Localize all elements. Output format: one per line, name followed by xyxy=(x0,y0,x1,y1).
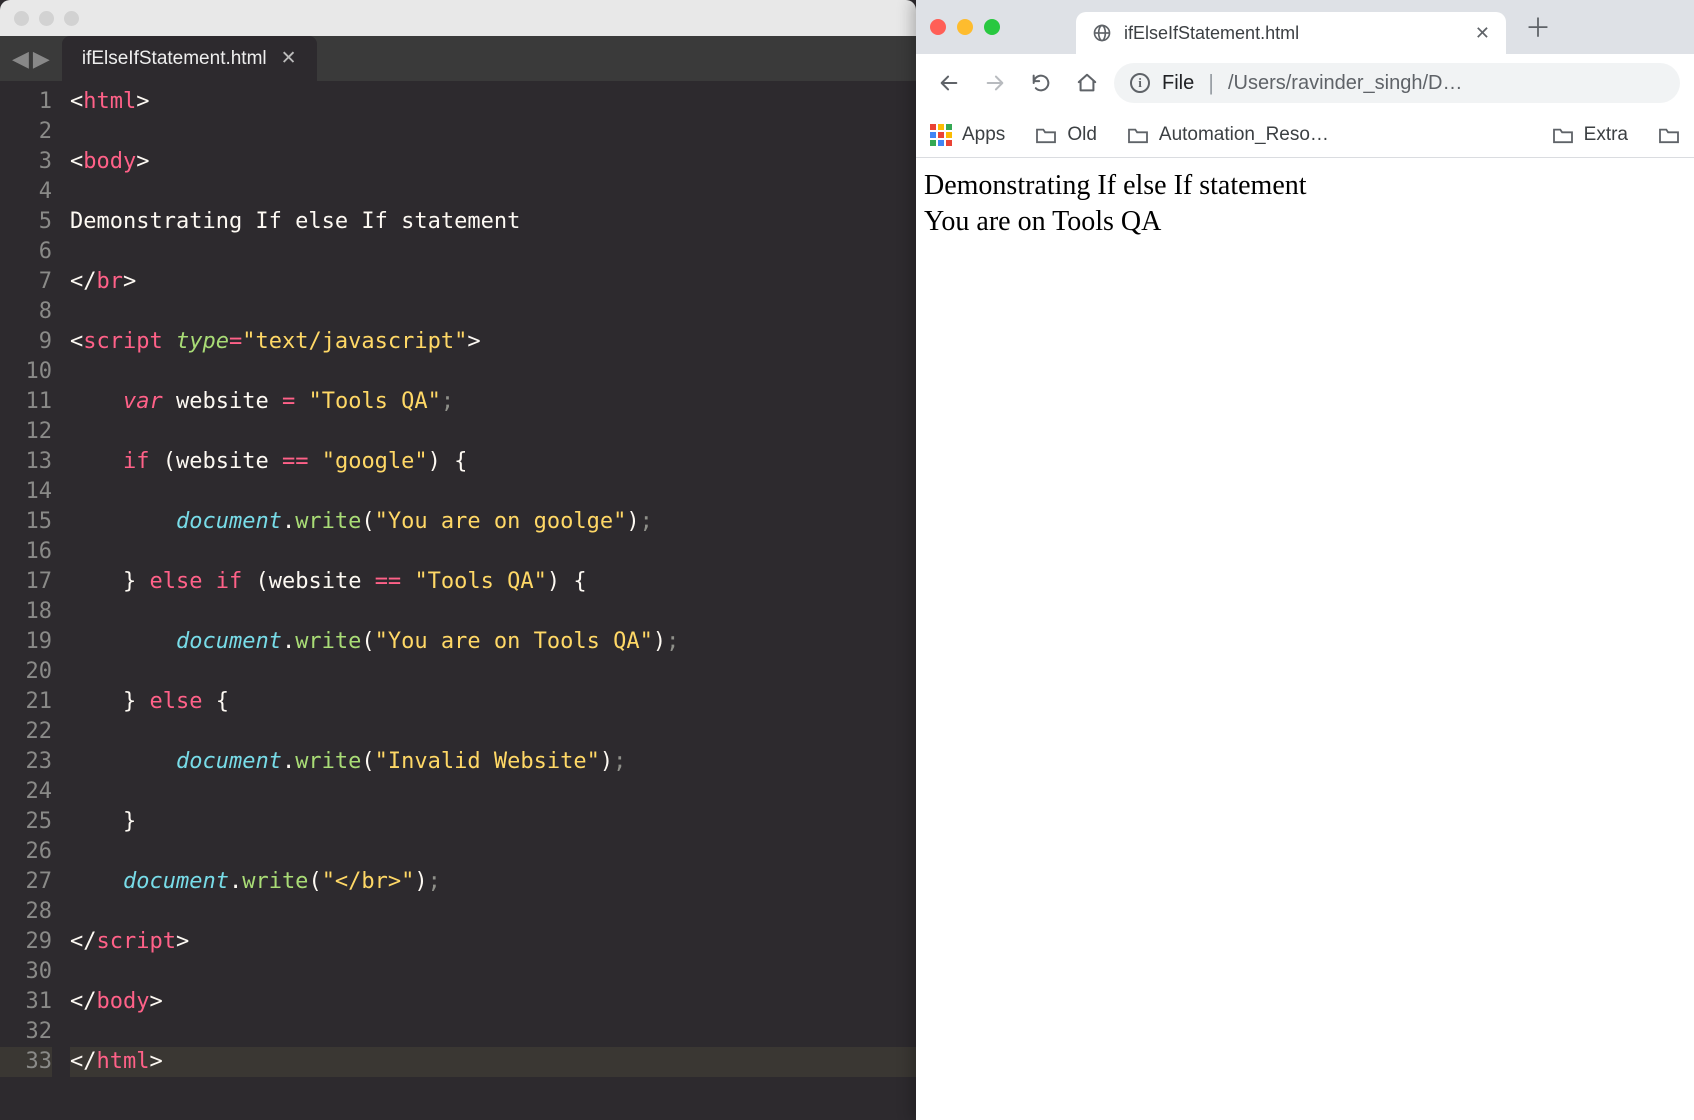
window-controls xyxy=(14,11,79,26)
back-button[interactable] xyxy=(930,64,968,102)
folder-icon xyxy=(1658,126,1680,144)
minimize-dot[interactable] xyxy=(957,19,973,35)
bookmark-label: Extra xyxy=(1584,124,1628,146)
close-icon[interactable]: ✕ xyxy=(1475,23,1490,44)
code-line[interactable] xyxy=(70,657,916,687)
forward-button[interactable] xyxy=(976,64,1014,102)
close-dot[interactable] xyxy=(14,11,29,26)
editor-tab-active[interactable]: ifElseIfStatement.html ✕ xyxy=(62,36,317,81)
code-line[interactable] xyxy=(70,597,916,627)
address-bar[interactable]: i File | /Users/ravinder_singh/D… xyxy=(1114,63,1680,103)
code-line[interactable]: var website = "Tools QA"; xyxy=(70,387,916,417)
bookmark-label: Old xyxy=(1067,124,1097,146)
code-line[interactable]: </html> xyxy=(70,1047,916,1077)
new-tab-button[interactable]: ＋ xyxy=(1520,8,1556,44)
code-line[interactable]: <script type="text/javascript"> xyxy=(70,327,916,357)
arrow-left-icon xyxy=(938,72,960,94)
home-button[interactable] xyxy=(1068,64,1106,102)
home-icon xyxy=(1076,72,1098,94)
window-controls xyxy=(930,0,1070,54)
code-line[interactable]: document.write("You are on Tools QA"); xyxy=(70,627,916,657)
code-line[interactable] xyxy=(70,957,916,987)
code-line[interactable] xyxy=(70,357,916,387)
code-line[interactable]: } xyxy=(70,807,916,837)
code-line[interactable] xyxy=(70,897,916,927)
code-line[interactable]: </body> xyxy=(70,987,916,1017)
code-content[interactable]: <html> <body> Demonstrating If else If s… xyxy=(70,87,916,1120)
code-line[interactable]: </script> xyxy=(70,927,916,957)
zoom-dot[interactable] xyxy=(64,11,79,26)
close-icon[interactable]: ✕ xyxy=(281,47,297,70)
folder-icon xyxy=(1035,126,1057,144)
code-line[interactable]: document.write("Invalid Website"); xyxy=(70,747,916,777)
minimize-dot[interactable] xyxy=(39,11,54,26)
zoom-dot[interactable] xyxy=(984,19,1000,35)
code-line[interactable] xyxy=(70,417,916,447)
browser-chrome: ifElseIfStatement.html ✕ ＋ xyxy=(916,0,1694,158)
browser-tab-title: ifElseIfStatement.html xyxy=(1124,23,1299,44)
toolbar: i File | /Users/ravinder_singh/D… xyxy=(916,54,1694,112)
code-line[interactable]: document.write("You are on goolge"); xyxy=(70,507,916,537)
code-line[interactable]: <html> xyxy=(70,87,916,117)
page-line-2: You are on Tools QA xyxy=(924,204,1686,240)
bookmark-extra[interactable]: Extra xyxy=(1552,124,1628,146)
address-scheme: File xyxy=(1162,72,1194,95)
reload-button[interactable] xyxy=(1022,64,1060,102)
code-line[interactable] xyxy=(70,1017,916,1047)
editor-tab-title: ifElseIfStatement.html xyxy=(82,48,267,70)
code-area[interactable]: 1234567891011121314151617181920212223242… xyxy=(0,81,916,1120)
code-line[interactable] xyxy=(70,297,916,327)
folder-icon xyxy=(1127,126,1149,144)
arrow-right-icon xyxy=(984,72,1006,94)
nav-fwd-icon[interactable]: ▶ xyxy=(33,46,50,72)
bookmark-label: Apps xyxy=(962,124,1005,146)
reload-icon xyxy=(1030,72,1052,94)
code-line[interactable]: </br> xyxy=(70,267,916,297)
separator: | xyxy=(1206,70,1216,96)
editor-toolbar: ◀ ▶ ifElseIfStatement.html ✕ xyxy=(0,36,916,81)
code-line[interactable] xyxy=(70,177,916,207)
code-line[interactable] xyxy=(70,117,916,147)
bookmark-old[interactable]: Old xyxy=(1035,124,1097,146)
bookmark-apps[interactable]: Apps xyxy=(930,124,1005,146)
bookmarks-bar: Apps Old Automation_Reso… Extra xyxy=(916,112,1694,158)
editor-titlebar[interactable] xyxy=(0,0,916,36)
address-path: /Users/ravinder_singh/D… xyxy=(1228,72,1463,95)
apps-icon xyxy=(930,124,952,146)
code-line[interactable]: if (website == "google") { xyxy=(70,447,916,477)
page-line-1: Demonstrating If else If statement xyxy=(924,168,1686,204)
code-line[interactable] xyxy=(70,777,916,807)
editor-nav: ◀ ▶ xyxy=(0,46,62,72)
page-viewport: Demonstrating If else If statement You a… xyxy=(916,158,1694,1120)
browser-window: ifElseIfStatement.html ✕ ＋ xyxy=(916,0,1694,1120)
browser-tab-active[interactable]: ifElseIfStatement.html ✕ xyxy=(1076,12,1506,54)
nav-back-icon[interactable]: ◀ xyxy=(12,46,29,72)
code-line[interactable]: } else { xyxy=(70,687,916,717)
code-line[interactable] xyxy=(70,717,916,747)
code-line[interactable]: Demonstrating If else If statement xyxy=(70,207,916,237)
close-dot[interactable] xyxy=(930,19,946,35)
code-line[interactable]: document.write("</br>"); xyxy=(70,867,916,897)
code-line[interactable] xyxy=(70,477,916,507)
code-line[interactable]: } else if (website == "Tools QA") { xyxy=(70,567,916,597)
code-line[interactable] xyxy=(70,537,916,567)
code-line[interactable]: <body> xyxy=(70,147,916,177)
editor-window: ◀ ▶ ifElseIfStatement.html ✕ 12345678910… xyxy=(0,0,916,1120)
info-icon[interactable]: i xyxy=(1130,73,1150,93)
globe-icon xyxy=(1092,23,1112,43)
bookmark-automation[interactable]: Automation_Reso… xyxy=(1127,124,1329,146)
bookmark-label: Automation_Reso… xyxy=(1159,124,1329,146)
folder-icon xyxy=(1552,126,1574,144)
code-line[interactable] xyxy=(70,237,916,267)
line-gutter: 1234567891011121314151617181920212223242… xyxy=(0,87,70,1120)
bookmark-overflow[interactable] xyxy=(1658,126,1680,144)
tab-strip: ifElseIfStatement.html ✕ ＋ xyxy=(916,0,1694,54)
code-line[interactable] xyxy=(70,837,916,867)
